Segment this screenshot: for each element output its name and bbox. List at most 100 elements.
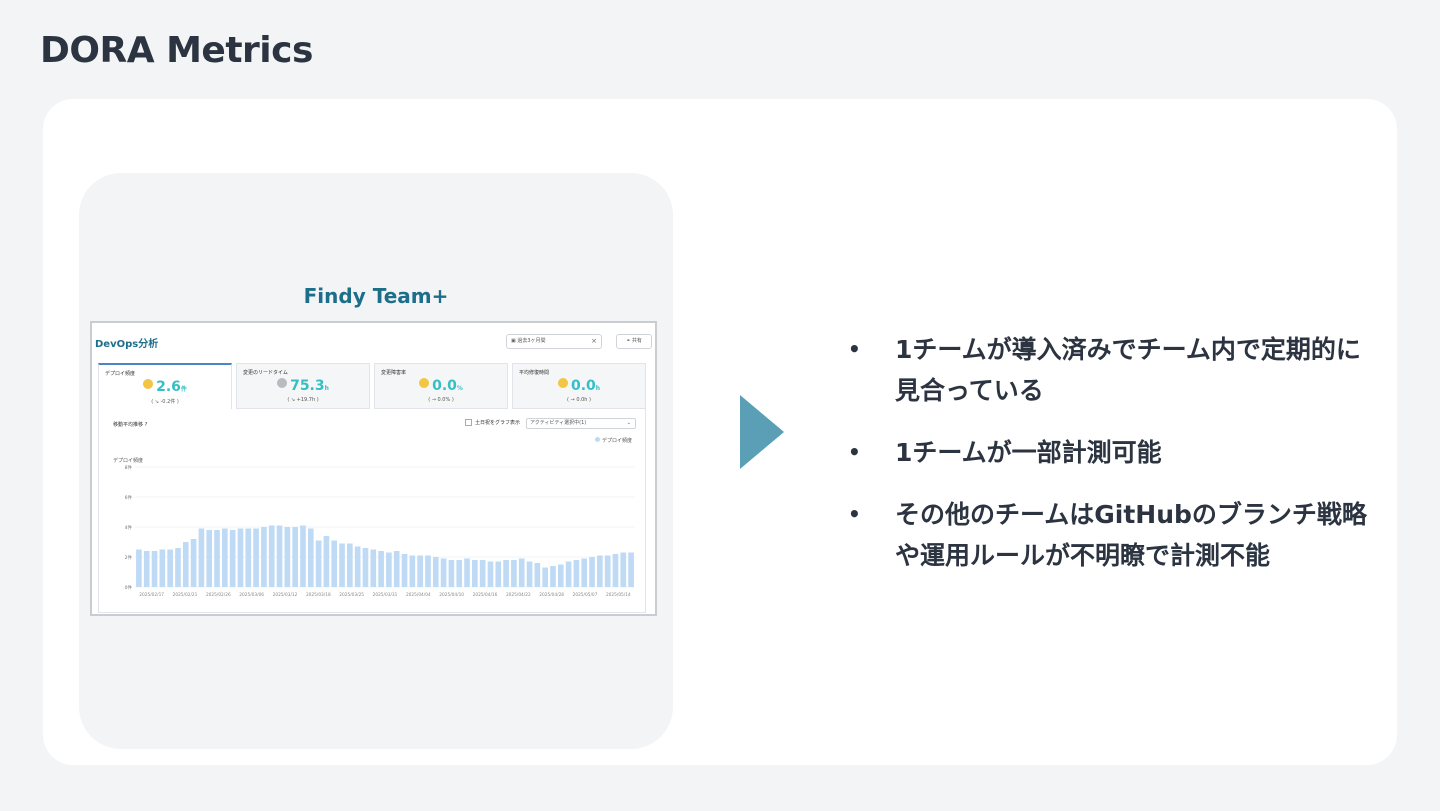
bar[interactable] [143,551,150,587]
bar[interactable] [229,530,236,587]
tab-label: デプロイ頻度 [105,371,136,377]
bar[interactable] [276,525,283,588]
bar[interactable] [378,551,384,587]
x-tick-label: 2025/04/16 [473,592,498,598]
devops-screenshot: DevOps分析 ▣ 過去3ヶ月間 × ⚭ 共有 デプロイ頻度 2.6件 ( ↘… [90,321,657,616]
x-tick-label: 2025/03/06 [239,592,264,598]
bar[interactable] [573,560,580,587]
bar[interactable] [362,548,369,587]
chart-area: 移動平均推移 ? 土日祝をグラフ表示 アクティビティ選択中(1) ⌄ デプロイ頻度… [98,409,646,613]
tab-deploy-frequency[interactable]: デプロイ頻度 2.6件 ( ↘ -0.2件 ) [98,363,232,409]
bar[interactable] [347,543,353,588]
bar[interactable] [409,555,416,588]
bar[interactable] [190,539,197,587]
bar[interactable] [268,525,275,588]
bar[interactable] [612,554,619,587]
x-tick-label: 2025/04/10 [439,592,464,598]
bar[interactable] [557,564,564,588]
bar[interactable] [198,528,205,588]
bar[interactable] [307,528,314,588]
x-tick-label: 2025/03/25 [339,592,364,598]
bar[interactable] [518,558,525,588]
bar[interactable] [159,549,166,588]
bar[interactable] [253,528,259,588]
weekend-toggle[interactable]: 土日祝をグラフ表示 [465,419,520,426]
x-tick-label: 2025/04/22 [506,592,531,598]
activity-select[interactable]: アクティビティ選択中(1) ⌄ [526,418,636,429]
bar[interactable] [354,546,361,588]
bar[interactable] [448,560,455,587]
bar[interactable] [292,527,298,587]
bar[interactable] [323,536,330,587]
bar[interactable] [151,551,158,587]
bar[interactable] [393,551,400,587]
bar[interactable] [167,549,173,588]
bar[interactable] [550,566,556,587]
bar[interactable] [245,528,252,588]
bar[interactable] [401,554,408,587]
bar[interactable] [386,552,392,588]
bar[interactable] [628,552,634,588]
tab-lead-time[interactable]: 変更のリードタイム 75.3h ( ↘ +19.7h ) [236,363,370,409]
checkbox[interactable] [465,419,472,426]
close-icon[interactable]: × [591,335,597,348]
bar[interactable] [370,549,377,588]
product-name: Findy Team+ [303,284,449,308]
tab-delta: ( → 0.0h ) [567,397,591,403]
bar[interactable] [597,555,603,588]
bar[interactable] [604,555,611,588]
tab-value-number: 0.0 [432,378,457,394]
bar[interactable] [175,548,181,587]
bar[interactable] [440,558,447,588]
bar[interactable] [432,557,439,587]
bar[interactable] [565,561,572,588]
y-tick-label: 6件 [125,494,133,501]
bar[interactable] [503,560,509,587]
bar[interactable] [464,558,470,588]
bar[interactable] [214,530,220,587]
bar[interactable] [182,542,189,587]
bar[interactable] [222,528,228,588]
bar[interactable] [261,527,267,587]
y-tick-label: 4件 [125,524,133,531]
bar[interactable] [300,525,306,588]
bar[interactable] [456,560,463,587]
metric-tabs: デプロイ頻度 2.6件 ( ↘ -0.2件 ) 変更のリードタイム 75.3h … [98,363,646,409]
bar[interactable] [206,530,213,587]
tab-change-failure-rate[interactable]: 変更障害率 0.0% ( → 0.0% ) [374,363,508,409]
x-tick-label: 2025/02/26 [206,592,231,598]
bar[interactable] [511,560,517,587]
bar[interactable] [331,540,338,588]
bar[interactable] [589,557,595,587]
bar[interactable] [472,560,478,587]
tab-value: 0.0% [375,378,507,394]
weekend-toggle-label: 土日祝をグラフ表示 [475,420,521,426]
bullet-item: その他のチームはGitHubのブランチ戦略や運用ルールが不明瞭で計測不能 [848,494,1368,576]
bar[interactable] [237,528,244,588]
bar[interactable] [284,527,291,587]
bar[interactable] [339,543,345,588]
activity-select-value: アクティビティ選択中(1) [530,420,587,426]
tab-mttr[interactable]: 平均修復時間 0.0h ( → 0.0h ) [512,363,646,409]
bar[interactable] [534,563,541,587]
share-button[interactable]: ⚭ 共有 [616,334,652,349]
bar[interactable] [581,558,588,588]
bar[interactable] [526,561,533,588]
bar[interactable] [487,561,494,588]
date-range-select[interactable]: ▣ 過去3ヶ月間 × [506,334,602,349]
bar[interactable] [620,552,627,588]
bar[interactable] [479,560,486,587]
legend-swatch [595,437,600,442]
tab-label: 変更のリードタイム [243,370,288,376]
bar[interactable] [315,540,322,588]
bar[interactable] [542,567,548,588]
bar[interactable] [495,561,502,588]
bar[interactable] [136,549,142,588]
bar[interactable] [425,555,431,588]
medal-icon [557,378,568,388]
bar[interactable] [417,555,423,588]
slide-title: DORA Metrics [40,30,313,71]
devops-page-title: DevOps分析 [95,339,159,350]
help-icon[interactable]: ? [145,422,148,428]
medal-icon [419,378,430,388]
